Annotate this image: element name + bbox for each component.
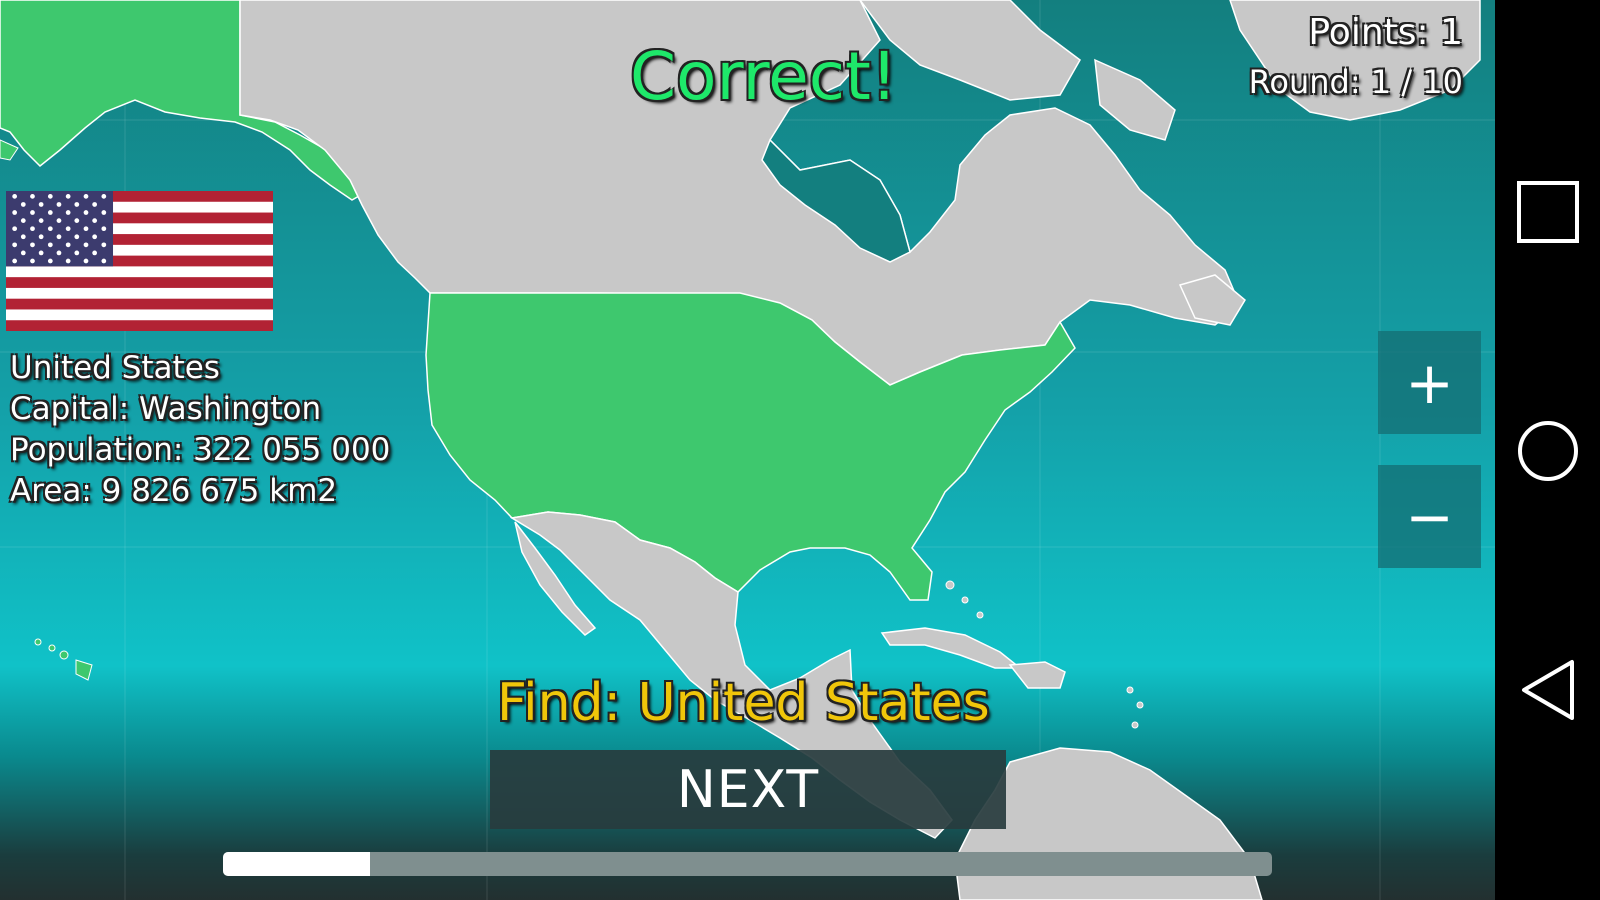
minus-icon: − <box>1405 482 1454 551</box>
zoom-in-button[interactable]: + <box>1378 331 1481 434</box>
baffin-island <box>1094 58 1176 141</box>
flag-star <box>65 210 71 215</box>
flag-star <box>38 202 44 207</box>
flag-star <box>92 218 98 223</box>
country-area: Area: 9 826 675 km2 <box>10 473 338 509</box>
points-counter: Points: 1 <box>1308 12 1463 53</box>
recents-square-icon <box>1516 181 1579 243</box>
round-counter: Round: 1 / 10 <box>1248 63 1463 101</box>
home-circle-icon <box>1517 421 1578 481</box>
flag-star <box>74 234 80 240</box>
flag-star <box>74 218 80 223</box>
country-name: United States <box>10 350 220 386</box>
flag-star <box>92 202 98 207</box>
flag-star <box>101 242 107 248</box>
flag-star <box>30 226 35 232</box>
flag-star <box>74 250 80 256</box>
hawaii-islands <box>34 638 93 681</box>
next-button-label: NEXT <box>676 759 820 820</box>
system-navigation-bar <box>1495 0 1600 900</box>
back-triangle-icon <box>1521 660 1574 720</box>
zoom-out-button[interactable]: − <box>1378 465 1481 568</box>
flag-star <box>101 210 107 215</box>
flag-star <box>47 210 53 215</box>
flag-star <box>65 194 71 199</box>
flag-star <box>47 242 53 248</box>
flag-star <box>47 194 53 199</box>
flag-star <box>92 234 98 240</box>
flag-star <box>101 258 107 264</box>
flag-star <box>83 226 89 232</box>
flag-star <box>30 258 35 264</box>
flag-star <box>30 210 35 215</box>
flag-star <box>20 234 26 240</box>
next-button[interactable]: NEXT <box>490 750 1006 829</box>
flag-star <box>12 242 18 248</box>
country-info: United States Capital: Washington Popula… <box>10 348 390 512</box>
hispaniola <box>1008 661 1066 689</box>
flag-star <box>20 202 26 207</box>
flag-star <box>20 250 26 256</box>
flag-star <box>12 226 18 232</box>
find-prompt: Find: United States <box>497 673 990 733</box>
flag-star <box>56 202 62 207</box>
flag-star <box>101 194 107 199</box>
game-screen: Points: 1 Round: 1 / 10 Correct! United … <box>0 0 1495 900</box>
flag-star <box>92 250 98 256</box>
home-button[interactable] <box>1495 396 1600 506</box>
cuba <box>880 627 1023 669</box>
flag-star <box>74 202 80 207</box>
country-population: Population: 322 055 000 <box>10 432 391 468</box>
round-progress-fill <box>223 852 370 876</box>
round-progress-bar <box>223 852 1272 876</box>
flag-star <box>56 250 62 256</box>
flag-star <box>56 234 62 240</box>
flag-star <box>20 218 26 223</box>
flag-star <box>12 258 18 264</box>
aleutian-islands <box>0 139 19 161</box>
country-capital: Capital: Washington <box>10 391 322 427</box>
flag-star <box>12 194 18 199</box>
flag-star <box>101 226 107 232</box>
flag-star <box>38 250 44 256</box>
flag-star <box>47 226 53 232</box>
recents-button[interactable] <box>1495 157 1600 267</box>
us-flag-icon <box>6 191 273 331</box>
flag-star <box>38 218 44 223</box>
flag-star <box>83 242 89 248</box>
flag-star <box>12 210 18 215</box>
flag-star <box>65 258 71 264</box>
back-button[interactable] <box>1495 635 1600 745</box>
flag-star <box>30 194 35 199</box>
flag-star <box>47 258 53 264</box>
flag-star <box>56 218 62 223</box>
flag-star <box>83 210 89 215</box>
flag-star <box>83 194 89 199</box>
flag-star <box>30 242 35 248</box>
flag-star <box>83 258 89 264</box>
plus-icon: + <box>1405 348 1454 417</box>
flag-star <box>65 226 71 232</box>
flag-star <box>65 242 71 248</box>
flag-star <box>38 234 44 240</box>
result-message: Correct! <box>630 38 898 115</box>
